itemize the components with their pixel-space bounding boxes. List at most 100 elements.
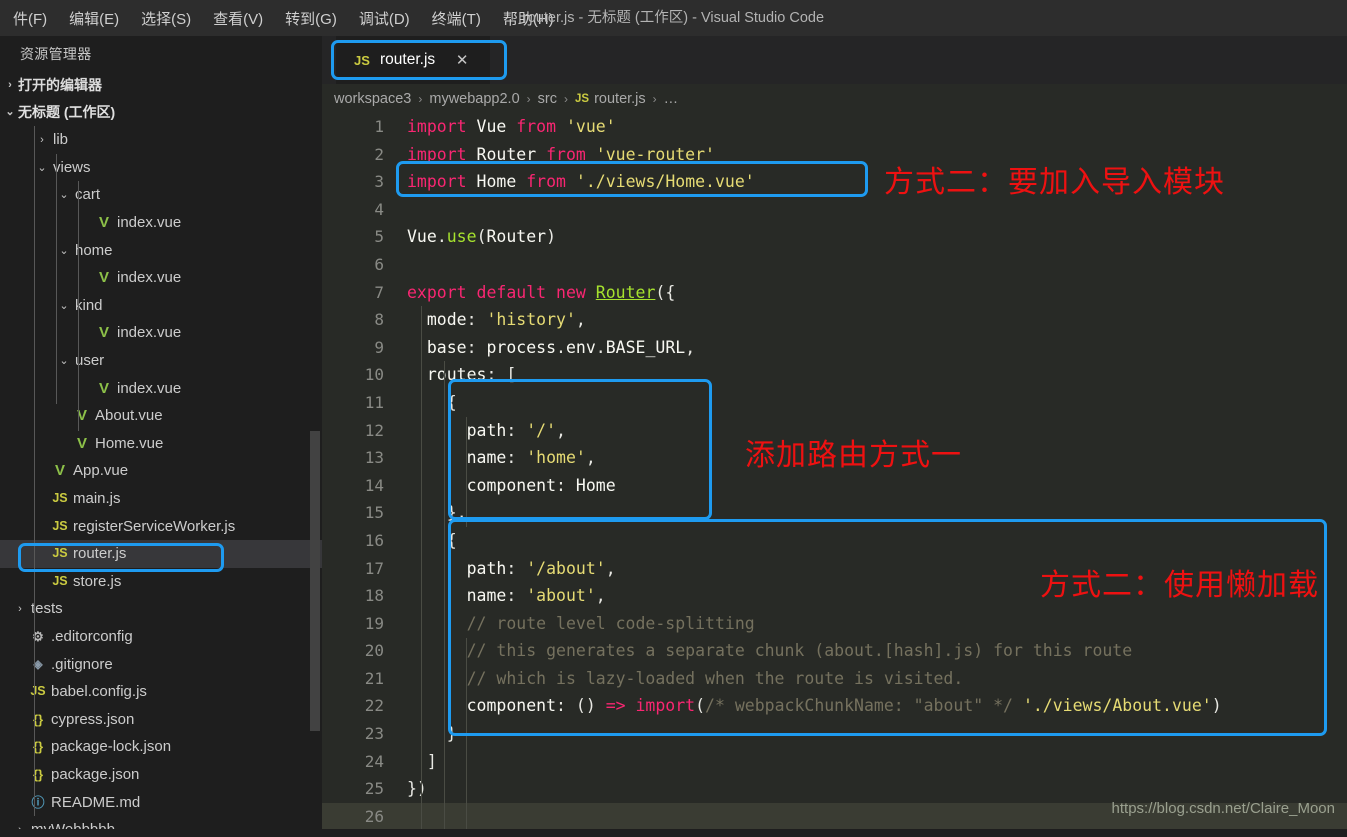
line-number: 20 [364, 641, 384, 661]
menu-item-3[interactable]: 查看(V) [202, 5, 274, 32]
code-line-14: 14 component: Home [322, 472, 1347, 500]
watermark: https://blog.csdn.net/Claire_Moon [1111, 800, 1335, 817]
chevron-down-icon: ⌄ [59, 244, 69, 257]
annotation-note-0: 方式二：要加入导入模块 [884, 165, 1225, 200]
tree-item-index-vue[interactable]: ›Vindex.vue [0, 319, 322, 347]
line-content: path: '/', [466, 420, 566, 440]
line-number: 13 [364, 448, 384, 468]
chevron-right-icon: › [18, 602, 22, 615]
line-content: name: 'about', [466, 586, 606, 606]
tree-item-cypress-json[interactable]: ›{}cypress.json [0, 705, 322, 733]
tree-item-package-lock-json[interactable]: ›{}package-lock.json [0, 733, 322, 761]
line-number: 4 [374, 199, 384, 219]
breadcrumb-item-2[interactable]: src [538, 91, 557, 107]
tree-item-label: main.js [73, 490, 121, 508]
explorer-title: 资源管理器 [20, 46, 92, 62]
tree-item--gitignore[interactable]: ›◈.gitignore [0, 650, 322, 678]
line-number: 14 [364, 475, 384, 495]
tree-item--editorconfig[interactable]: ›⚙.editorconfig [0, 623, 322, 651]
menu-item-1[interactable]: 编辑(E) [58, 5, 130, 32]
line-content: import Vue from 'vue' [407, 117, 616, 136]
line-content: { [407, 392, 457, 412]
line-number: 2 [374, 144, 384, 164]
tree-item-home-vue[interactable]: ›VHome.vue [0, 430, 322, 458]
section-workspace[interactable]: ⌄ 无标题 (工作区) [0, 99, 322, 126]
tree-item-cart[interactable]: ⌄ cart [0, 181, 322, 209]
bottom-strip [0, 829, 1347, 837]
chevron-right-icon: › [8, 79, 12, 91]
tree-item-package-json[interactable]: ›{}package.json [0, 761, 322, 789]
breadcrumb-item-0[interactable]: workspace3 [334, 91, 411, 107]
code-indent-guide [444, 361, 445, 831]
line-number: 11 [364, 392, 384, 412]
section-workspace-label: 无标题 (工作区) [18, 104, 116, 120]
close-icon[interactable]: ✕ [453, 51, 471, 69]
tab-router-js[interactable]: JS router.js ✕ [336, 36, 490, 84]
line-number: 15 [364, 503, 384, 523]
tree-item-router-js[interactable]: ›JSrouter.js [0, 539, 322, 568]
tree-item-label: user [75, 352, 105, 370]
menu-item-7[interactable]: 帮助(H) [492, 5, 565, 32]
breadcrumb-item-4[interactable]: … [664, 91, 679, 107]
breadcrumb-item-3[interactable]: JS router.js [575, 91, 646, 107]
vue-file-icon: V [76, 434, 87, 452]
sidebar-scrollbar[interactable] [310, 431, 320, 731]
tree-item-babel-config-js[interactable]: ›JSbabel.config.js [0, 678, 322, 706]
line-content: }) [407, 779, 427, 799]
tree-item-app-vue[interactable]: ›VApp.vue [0, 457, 322, 485]
tree-item-index-vue[interactable]: ›Vindex.vue [0, 264, 322, 292]
tree-item-user[interactable]: ⌄ user [0, 347, 322, 375]
line-number: 23 [364, 724, 384, 744]
menu-item-2[interactable]: 选择(S) [130, 5, 202, 32]
tree-item-label: package.json [51, 765, 140, 783]
title-bar: 件(F) 编辑(E) 选择(S) 查看(V) 转到(G) 调试(D) 终端(T) 帮助(H) … [0, 0, 1347, 36]
tree-item-label: kind [75, 296, 103, 314]
tab-label: router.js [380, 51, 436, 68]
line-content: path: '/about', [466, 558, 616, 578]
js-file-icon: JS [52, 574, 68, 589]
tree-item-label: .editorconfig [51, 627, 133, 645]
menu-item-0[interactable]: 件(F) [2, 5, 58, 32]
menu-item-6[interactable]: 终端(T) [421, 5, 492, 32]
tree-item-label: babel.config.js [51, 683, 147, 701]
tree-item-main-js[interactable]: ›JSmain.js [0, 485, 322, 513]
line-content: mode: 'history', [426, 310, 586, 330]
breadcrumb-item-label: src [537, 90, 557, 107]
code-indent-guide [466, 638, 467, 834]
tree-item-index-vue[interactable]: ›Vindex.vue [0, 374, 322, 402]
file-tree: ›lib⌄views⌄cart›Vindex.vue⌄home›Vindex.v… [0, 126, 322, 837]
code-editor[interactable]: 1 import Vue from 'vue' 2 import Router fro… [322, 113, 1347, 837]
breadcrumb-item-label: mywebapp2.0 [429, 90, 520, 107]
menu-item-4[interactable]: 转到(G) [274, 5, 348, 32]
tree-item-kind[interactable]: ⌄ kind [0, 292, 322, 320]
tree-item-label: index.vue [117, 214, 182, 232]
tree-item-about-vue[interactable]: ›VAbout.vue [0, 402, 322, 430]
line-number: 18 [364, 586, 384, 606]
breadcrumb-item-1[interactable]: mywebapp2.0 [429, 91, 519, 107]
tree-item-lib[interactable]: › lib [0, 126, 322, 154]
tree-item-label: router.js [73, 545, 127, 563]
vue-file-icon: V [54, 462, 65, 480]
section-open-editors[interactable]: › 打开的编辑器 [0, 72, 322, 99]
tree-item-store-js[interactable]: ›JSstore.js [0, 568, 322, 596]
code-line-20: 20 // this generates a separate chunk (a… [322, 637, 1347, 665]
menu-item-5[interactable]: 调试(D) [348, 5, 421, 32]
line-content: // route level code-splitting [466, 613, 755, 633]
tree-item-readme-md[interactable]: ›ⓘREADME.md [0, 788, 322, 816]
tree-item-home[interactable]: ⌄ home [0, 236, 322, 264]
breadcrumb-separator-icon: › [526, 91, 531, 106]
js-file-icon: JS [575, 92, 590, 105]
code-line-16: 16 { [322, 527, 1347, 555]
chevron-down-icon: ⌄ [37, 161, 47, 174]
tree-item-registerserviceworker-js[interactable]: ›JSregisterServiceWorker.js [0, 512, 322, 540]
tree-item-views[interactable]: ⌄ views [0, 154, 322, 182]
annotation-note-2: 方式二：使用懒加载 [1040, 568, 1319, 603]
breadcrumb-separator-icon: › [564, 91, 568, 106]
tree-item-index-vue[interactable]: ›Vindex.vue [0, 209, 322, 237]
tree-item-tests[interactable]: › tests [0, 595, 322, 623]
gear-file-icon: ⚙ [32, 628, 44, 644]
vue-file-icon: V [98, 269, 109, 287]
line-content: // which is lazy-loaded when the route i… [466, 668, 964, 688]
code-line-5: 5 Vue.use(Router) [322, 223, 1347, 251]
line-content: name: 'home', [466, 448, 596, 468]
